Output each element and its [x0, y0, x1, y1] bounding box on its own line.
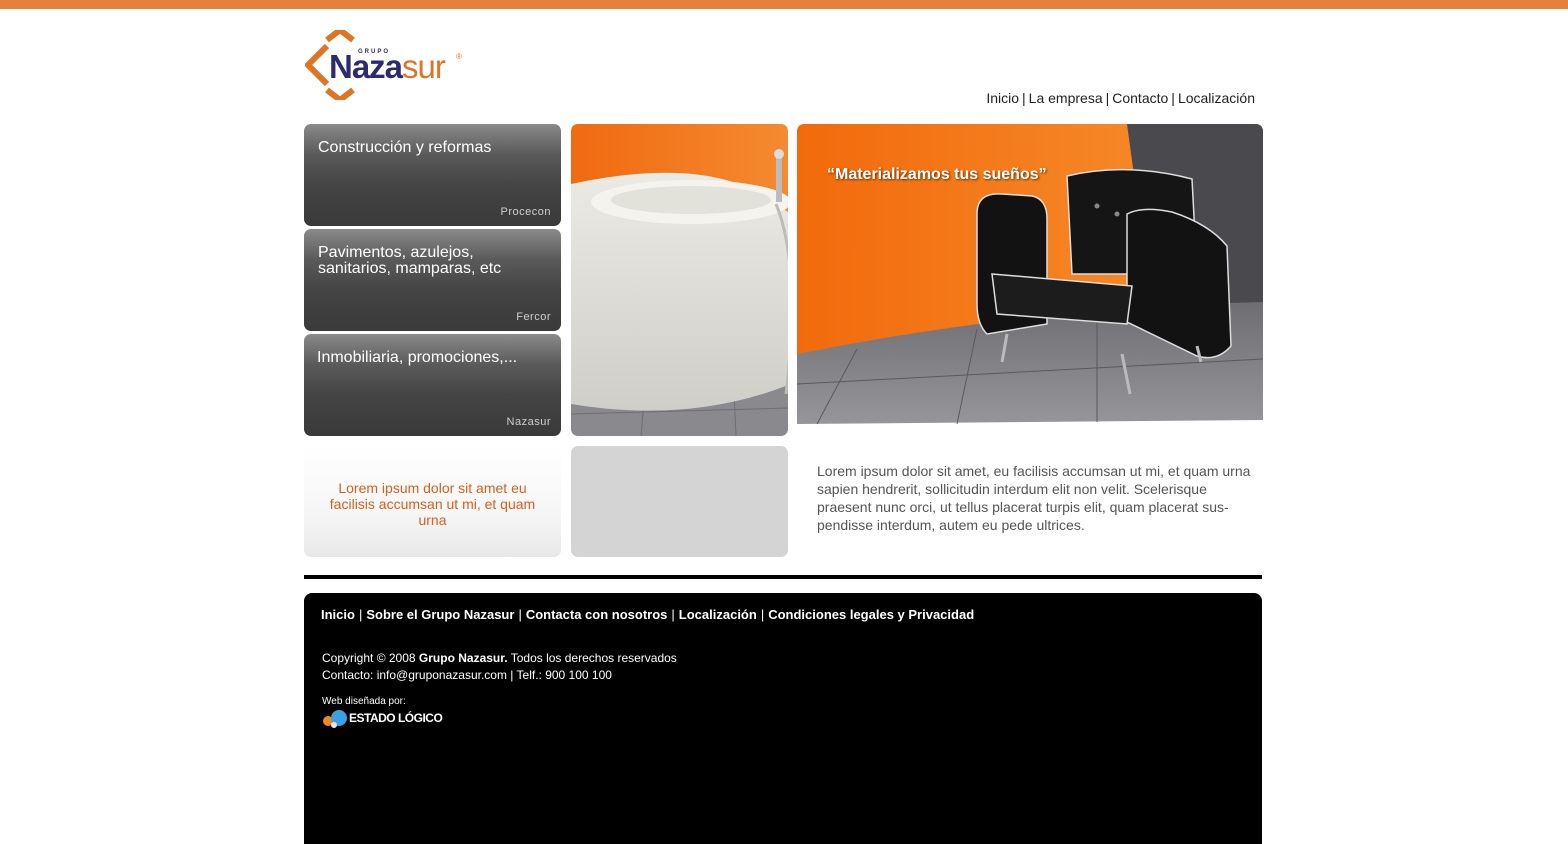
promo-box[interactable]: Lorem ipsum dolor sit amet eu facilisis … — [304, 446, 561, 557]
tile-company: Procecon — [500, 206, 551, 218]
nav-contacto[interactable]: Contacto — [1112, 90, 1168, 106]
nav-separator: | — [1022, 90, 1026, 106]
tile-pavimentos[interactable]: Pavimentos, azulejos, sanitarios, mampar… — [304, 229, 561, 331]
footer-separator: | — [760, 607, 765, 622]
nav-separator: | — [1171, 90, 1175, 106]
footer-separator: | — [671, 607, 675, 622]
nav-separator: | — [1105, 90, 1110, 106]
footer-separator: | — [518, 607, 522, 622]
bathtub-photo — [571, 124, 788, 436]
footer-link-contacta[interactable]: Contacta con nosotros — [526, 607, 668, 622]
footer-link-condiciones[interactable]: Condiciones legales y Privacidad — [768, 607, 974, 622]
promo-text: Lorem ipsum dolor sit amet eu facilisis … — [329, 480, 536, 528]
designer-name: ESTADO LÓGICO — [349, 711, 443, 725]
contact-line: Contacto: info@gruponazasur.com | Telf.:… — [322, 668, 612, 682]
top-accent-bar — [0, 0, 1568, 9]
placeholder-box — [571, 446, 788, 557]
footer: Inicio | Sobre el Grupo Nazasur | Contacta c… — [304, 593, 1262, 844]
armchair-photo: “Materializamos tus sueños” — [797, 124, 1263, 436]
nav-la-empresa[interactable]: La empresa — [1029, 90, 1103, 106]
footer-link-inicio[interactable]: Inicio — [321, 607, 355, 622]
footer-link-localizacion[interactable]: Localización — [679, 607, 757, 622]
tile-title: Pavimentos, azulejos, sanitarios, mampar… — [318, 244, 502, 277]
footer-navigation: Inicio | Sobre el Grupo Nazasur | Contacta c… — [321, 607, 974, 622]
tile-title: Inmobiliaria, promociones,... — [317, 349, 518, 366]
hero-slogan: “Materializamos tus sueños” — [827, 166, 1047, 183]
footer-link-sobre[interactable]: Sobre el Grupo Nazasur — [366, 607, 514, 622]
tile-construccion[interactable]: Construcción y reformas Procecon — [304, 124, 561, 226]
logo[interactable]: GRUPO Nazasur ® — [302, 28, 472, 102]
logo-wordmark: Nazasur — [329, 48, 446, 85]
copyright-line: Copyright © 2008 Grupo Nazasur. Todos lo… — [322, 651, 677, 665]
intro-paragraph: Lorem ipsum dolor sit amet, eu facilisis… — [817, 463, 1251, 533]
tile-company: Fercor — [516, 311, 551, 323]
tile-company: Nazasur — [506, 416, 551, 428]
bathtub-illustration — [571, 124, 788, 436]
tile-title: Construcción y reformas — [318, 139, 492, 156]
tile-inmobiliaria[interactable]: Inmobiliaria, promociones,... Nazasur — [304, 334, 561, 436]
nav-localizacion[interactable]: Localización — [1178, 90, 1255, 106]
designed-by-label: Web diseñada por: — [322, 696, 406, 707]
designer-logo[interactable]: ESTADO LÓGICO — [322, 709, 443, 729]
copyright-block: Copyright © 2008 Grupo Nazasur. Todos lo… — [322, 650, 677, 684]
top-navigation: Inicio | La empresa | Contacto | Localización — [960, 90, 1255, 106]
footer-divider — [304, 575, 1262, 579]
nav-inicio[interactable]: Inicio — [986, 90, 1019, 106]
estado-logico-icon — [323, 710, 347, 728]
logo-registered-mark: ® — [456, 52, 462, 61]
footer-separator: | — [358, 607, 363, 622]
